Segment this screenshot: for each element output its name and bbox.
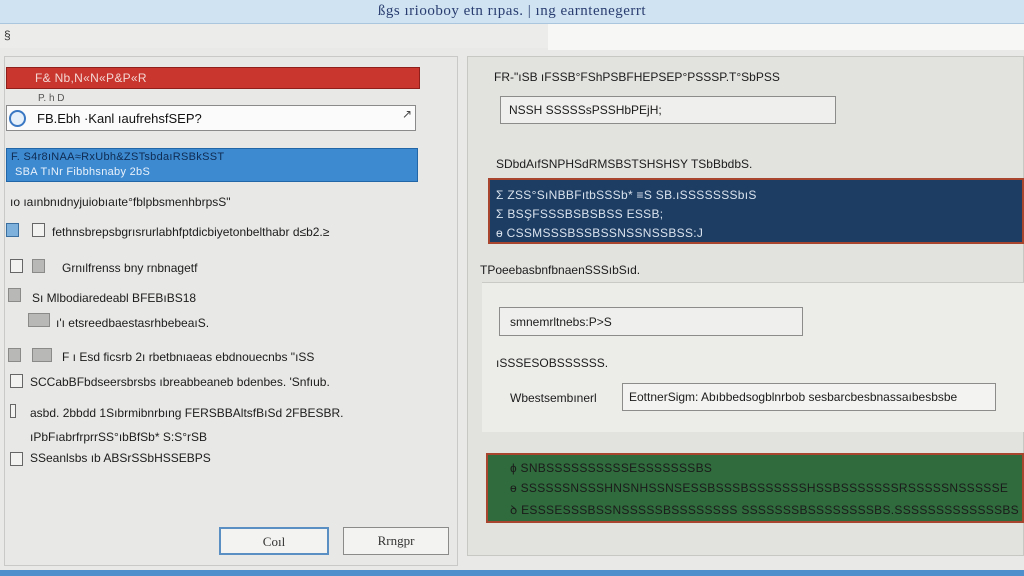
name-field-value: NSSH SSSSSsPSSHbPEjH; <box>509 103 662 117</box>
signature-field-value: EottnerSigm: Abıbbedsogblnrbob sesbarcbe… <box>629 390 958 404</box>
option-label: SCCabBFbdseersbrsbs ıbreabbeaneb bdenbes… <box>30 375 330 389</box>
status-line: ɵ SSSSSSNSSSHNSNHSSNSESSBSSSBSSSSSSSHSSB… <box>510 481 1009 495</box>
red-header-bar[interactable]: F& Nb,N«N«P&P«R <box>6 67 420 89</box>
search-input[interactable]: FB.Ebh ·Kanl ıaufrehsfSEP? ↗ <box>6 105 416 131</box>
section-caption: SDbdAıfSNPHSdRMSBSTSHSHSY TSbBbdbS. <box>496 157 753 171</box>
option-label: ı'ı etsreedbaestasrhbebeaıS. <box>56 316 210 330</box>
option-label: SSeanlsbs ıb ABSrSSbHSSEBPS <box>30 451 211 465</box>
globe-icon <box>9 110 26 127</box>
cancel-button[interactable]: Rrngpr <box>343 527 449 555</box>
option-checkbox[interactable] <box>10 404 16 418</box>
option-label: asbd. 2bbdd 1Sıbrmibnrbıng FERSBBAltsfBı… <box>30 406 344 420</box>
selected-item-title: F. S4r8ıNAA≈RxUbh&ZSTsbdaıRSBkSST <box>11 151 225 163</box>
option-label: fethnsbrepsbgrısrurlabhfptdicbiyetonbelt… <box>52 225 330 239</box>
info-line: ɵ CSSMSSSBSSBSSNSSNSSBSS:J <box>496 226 704 240</box>
option-label: ıPbFıabrfrprrSS°ıbBfSb* S:S°rSB <box>30 430 207 444</box>
title-bar: ßgs ıriooboy etn rıpas. | ıng earntenege… <box>0 0 1024 24</box>
option-checkbox[interactable] <box>6 223 19 237</box>
window-title: ßgs ıriooboy etn rıpas. | ıng earntenege… <box>377 3 647 19</box>
option-label: F ı Esd ficsrb 2ı rbetbnıaeas ebdnouecnb… <box>62 350 315 364</box>
menu-glyph-icon[interactable]: § <box>4 28 11 42</box>
option-checkbox[interactable] <box>8 348 21 362</box>
menu-bar: § <box>0 24 1024 50</box>
value-field-text: smnemrltnebs:P>S <box>510 315 612 329</box>
option-checkbox[interactable] <box>32 348 52 362</box>
option-checkbox[interactable] <box>28 313 50 327</box>
search-input-value: FB.Ebh ·Kanl ıaufrehsfSEP? <box>37 111 202 126</box>
info-line: Σ ZSS°SıNBBFıtbSSSb* ≡S SB.ıSSSSSSSbıS <box>496 188 757 202</box>
option-checkbox[interactable] <box>32 259 45 273</box>
left-panel <box>4 56 458 566</box>
name-field[interactable]: NSSH SSSSSsPSSHbPEjH; <box>500 96 836 124</box>
section-caption: TPoeebasbnfbnaenSSSıbSıd. <box>480 263 641 277</box>
selected-item-subtitle: SBA TıNr Fibbhsnaby 2bS <box>15 166 151 178</box>
ok-button[interactable]: Coıl <box>219 527 329 555</box>
option-checkbox[interactable] <box>10 452 23 466</box>
section-caption: FR-"ıSB ıFSSB°FShPSBFHEPSEP°PSSSP.T°SbPS… <box>494 70 780 84</box>
info-line: Σ BSŞFSSSBSBSBSS ESSB; <box>496 207 664 221</box>
field-label: Wbestsembınerl <box>510 391 597 405</box>
section-caption: ıSSSESOBSSSSSS. <box>496 356 609 370</box>
option-checkbox[interactable] <box>10 374 23 388</box>
signature-field[interactable]: EottnerSigm: Abıbbedsogblnrbob sesbarcbe… <box>622 383 996 411</box>
field-caption: P. h D <box>38 93 65 104</box>
menu-right-area <box>548 24 1024 50</box>
status-panel: ɸ SNBSSSSSSSSSSESSSSSSSBS ɵ SSSSSSNSSSHN… <box>486 453 1024 523</box>
resize-corner-icon: ↗ <box>401 107 412 121</box>
options-heading: ıo ıaınbnıdnyjuiobıaıte°fblpbsmenhbrpsS" <box>10 195 231 209</box>
option-label: Sı Mlbodiaredeabl BFEBıBS18 <box>32 291 197 305</box>
status-line: ɸ SNBSSSSSSSSSSESSSSSSSBS <box>510 461 713 475</box>
info-panel: Σ ZSS°SıNBBFıtbSSSb* ≡S SB.ıSSSSSSSbıS Σ… <box>488 178 1024 244</box>
option-label: Grnılfrenss bny rnbnagetf <box>62 261 198 275</box>
selected-list-item[interactable]: F. S4r8ıNAA≈RxUbh&ZSTsbdaıRSBkSST SBA Tı… <box>6 148 418 182</box>
value-field[interactable]: smnemrltnebs:P>S <box>499 307 803 336</box>
bottom-edge <box>0 570 1024 576</box>
red-header-label: F& Nb,N«N«P&P«R <box>35 71 147 85</box>
status-line: ꝺ ESSSESSSBSSNSSSSSBSSSSSSSS SSSSSSSBSSS… <box>510 503 1019 517</box>
option-checkbox[interactable] <box>10 259 23 273</box>
option-checkbox[interactable] <box>32 223 45 237</box>
option-checkbox[interactable] <box>8 288 21 302</box>
